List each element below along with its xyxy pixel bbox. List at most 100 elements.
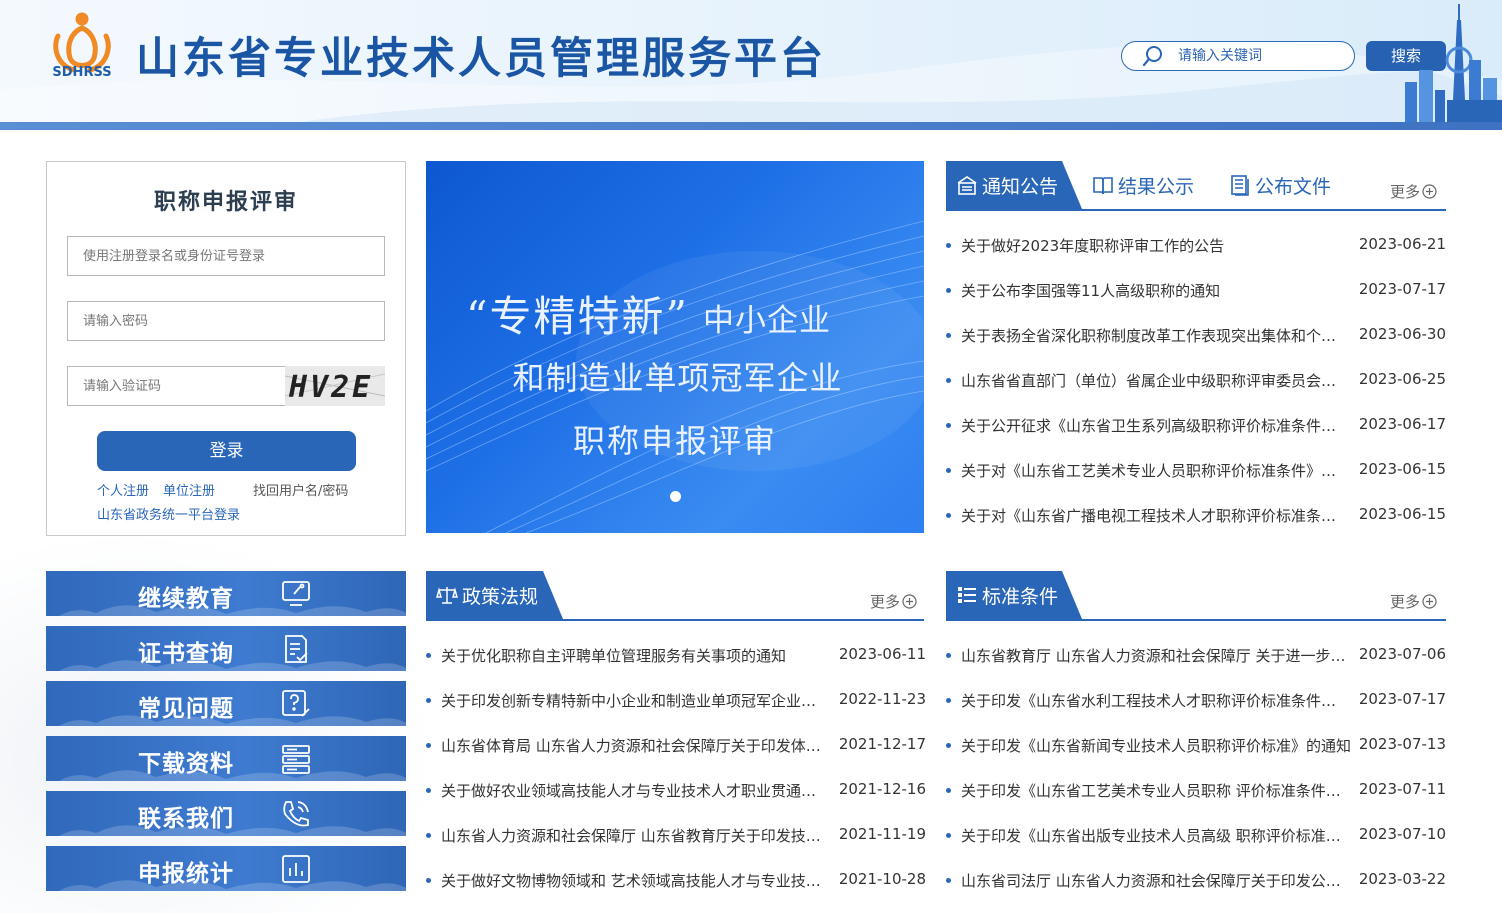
recover-account-link[interactable]: 找回用户名/密码 <box>253 480 348 499</box>
news-title[interactable]: 关于优化职称自主评聘单位管理服务有关事项的通知 <box>441 645 827 666</box>
news-date: 2023-06-25 <box>1358 370 1446 388</box>
bullet-dot <box>946 652 951 658</box>
password-input[interactable] <box>67 301 385 341</box>
news-item[interactable]: 关于公开征求《山东省卫生系列高级职称评价标准条件》意见的通知 2023-06-17 <box>946 413 1446 437</box>
side-nav-downloads[interactable]: 下载资料 <box>46 736 406 781</box>
news-item[interactable]: 山东省体育局 山东省人力资源和社会保障厅关于印发体育专业人员职称评价 2021-1… <box>426 733 926 757</box>
personal-register-link[interactable]: 个人注册 <box>97 480 149 499</box>
news-title[interactable]: 关于对《山东省工艺美术专业人员职称评价标准条件》征求意见的通知 <box>961 460 1345 481</box>
news-item[interactable]: 关于做好农业领域高技能人才与专业技术人才职业贯通工作的通知 2021-12-16 <box>426 778 926 802</box>
news-title[interactable]: 山东省体育局 山东省人力资源和社会保障厅关于印发体育专业人员职称评价 <box>441 735 827 756</box>
login-button[interactable]: 登录 <box>97 431 356 471</box>
tab-results[interactable]: 结果公示 <box>1092 161 1194 209</box>
search-box[interactable] <box>1121 41 1355 71</box>
news-item[interactable]: 山东省司法厅 山东省人力资源和社会保障厅关于印发公证员职称评价标准 2023-03… <box>946 868 1446 892</box>
news-item[interactable]: 关于印发《山东省新闻专业技术人员职称评价标准》的通知 2023-07-13 <box>946 733 1446 757</box>
news-title[interactable]: 关于做好农业领域高技能人才与专业技术人才职业贯通工作的通知 <box>441 780 827 801</box>
tab-published-files[interactable]: 公布文件 <box>1229 161 1331 209</box>
news-title[interactable]: 关于印发《山东省新闻专业技术人员职称评价标准》的通知 <box>961 735 1351 756</box>
search-input[interactable] <box>1178 48 1348 64</box>
policy-title: 政策法规 <box>462 585 539 608</box>
plus-circle-icon <box>902 594 917 609</box>
news-date: 2023-06-17 <box>1358 415 1446 433</box>
document-list-icon <box>1231 175 1249 196</box>
news-title[interactable]: 关于做好2023年度职称评审工作的公告 <box>961 235 1345 256</box>
more-label: 更多 <box>1390 183 1421 201</box>
site-header: SDHRSS 山东省专业技术人员管理服务平台 搜索 <box>0 0 1502 122</box>
news-item[interactable]: 关于公布李国强等11人高级职称的通知 2023-07-17 <box>946 278 1446 302</box>
bullet-dot <box>946 512 951 518</box>
news-item[interactable]: 关于做好文物博物领域和 艺术领域高技能人才与专业技术人才职业贯通 2021-10-… <box>426 868 926 892</box>
news-title[interactable]: 关于公开征求《山东省卫生系列高级职称评价标准条件》意见的通知 <box>961 415 1345 436</box>
news-date: 2023-03-22 <box>1358 870 1446 888</box>
carousel-indicator-dot[interactable] <box>670 491 681 502</box>
captcha-image[interactable]: HV2E <box>285 366 385 406</box>
notices-more-link[interactable]: 更多 <box>1390 181 1437 202</box>
question-edit-icon <box>282 690 310 717</box>
news-item[interactable]: 山东省省直部门（单位）省属企业中级职称评审委员会名单 2023-06-25 <box>946 368 1446 392</box>
news-title[interactable]: 关于做好文物博物领域和 艺术领域高技能人才与专业技术人才职业贯通 <box>441 870 827 891</box>
news-title[interactable]: 山东省司法厅 山东省人力资源和社会保障厅关于印发公证员职称评价标准 <box>961 870 1351 891</box>
side-nav-label: 下载资料 <box>138 751 234 777</box>
login-title: 职称申报评审 <box>153 190 298 215</box>
side-nav-label: 联系我们 <box>138 806 234 832</box>
side-nav-continuing-education[interactable]: 继续教育 <box>46 571 406 616</box>
news-item[interactable]: 关于表扬全省深化职称制度改革工作表现突出集体和个人的通报 2023-06-30 <box>946 323 1446 347</box>
news-title[interactable]: 山东省人力资源和社会保障厅 山东省教育厅关于印发技工院校教师职称评价 <box>441 825 827 846</box>
news-item[interactable]: 关于印发《山东省出版专业技术人员高级 职称评价标准条件》的通知 2023-07-1… <box>946 823 1446 847</box>
news-date: 2023-06-21 <box>1358 235 1446 253</box>
bullet-dot <box>946 377 951 383</box>
unit-register-link[interactable]: 单位注册 <box>163 480 215 499</box>
banner-carousel[interactable]: “专精特新” 中小企业 和制造业单项冠军企业 职称申报评审 <box>426 161 924 533</box>
phone-icon <box>283 801 309 827</box>
standards-title: 标准条件 <box>982 585 1059 608</box>
bullet-dot <box>946 422 951 428</box>
news-item[interactable]: 关于印发创新专精特新中小企业和制造业单项冠军企业职称评审的通知 2022-11-2… <box>426 688 926 712</box>
news-title[interactable]: 山东省教育厅 山东省人力资源和社会保障厅 关于进一步深化中小学教师职称 <box>961 645 1351 666</box>
standards-title-tab[interactable]: 标准条件 <box>946 571 1082 619</box>
news-item[interactable]: 山东省人力资源和社会保障厅 山东省教育厅关于印发技工院校教师职称评价 2021-1… <box>426 823 926 847</box>
open-book-icon <box>1093 177 1113 195</box>
news-title[interactable]: 关于对《山东省广播电视工程技术人才职称评价标准条件》征求意见 <box>961 505 1345 526</box>
news-item[interactable]: 关于对《山东省工艺美术专业人员职称评价标准条件》征求意见的通知 2023-06-1… <box>946 458 1446 482</box>
bullet-dot <box>426 787 431 793</box>
news-title[interactable]: 关于表扬全省深化职称制度改革工作表现突出集体和个人的通报 <box>961 325 1345 346</box>
side-nav-certificate-query[interactable]: 证书查询 <box>46 626 406 671</box>
banner-wave-decoration <box>426 220 924 533</box>
gov-unified-login-link[interactable]: 山东省政务统一平台登录 <box>97 504 240 523</box>
news-item[interactable]: 关于做好2023年度职称评审工作的公告 2023-06-21 <box>946 233 1446 257</box>
certificate-check-icon <box>285 635 308 663</box>
bullet-dot <box>426 652 431 658</box>
banner-line-3: 职称申报评审 <box>572 422 777 460</box>
banner-headline-quote: “专精特新” <box>466 292 689 341</box>
username-input[interactable] <box>67 236 385 276</box>
news-title[interactable]: 关于印发创新专精特新中小企业和制造业单项冠军企业职称评审的通知 <box>441 690 827 711</box>
online-learning-icon <box>282 581 310 606</box>
policy-title-tab[interactable]: 政策法规 <box>426 571 563 619</box>
side-nav-faq[interactable]: 常见问题 <box>46 681 406 726</box>
news-date: 2023-07-17 <box>1358 690 1446 708</box>
side-nav-statistics[interactable]: 申报统计 <box>46 846 406 891</box>
standards-more-link[interactable]: 更多 <box>1390 591 1437 612</box>
captcha-text: HV2E <box>288 370 373 405</box>
more-label: 更多 <box>1390 593 1421 611</box>
news-date: 2021-10-28 <box>838 870 926 888</box>
news-title[interactable]: 关于印发《山东省水利工程技术人才职称评价标准条件》的通知 <box>961 690 1351 711</box>
side-nav-contact[interactable]: 联系我们 <box>46 791 406 836</box>
policy-more-link[interactable]: 更多 <box>870 591 917 612</box>
news-date: 2021-11-19 <box>838 825 926 843</box>
news-title[interactable]: 关于公布李国强等11人高级职称的通知 <box>961 280 1345 301</box>
news-item[interactable]: 关于印发《山东省工艺美术专业人员职称 评价标准条件》的通知 2023-07-11 <box>946 778 1446 802</box>
news-title[interactable]: 关于印发《山东省出版专业技术人员高级 职称评价标准条件》的通知 <box>961 825 1351 846</box>
news-date: 2021-12-17 <box>838 735 926 753</box>
news-item[interactable]: 关于印发《山东省水利工程技术人才职称评价标准条件》的通知 2023-07-17 <box>946 688 1446 712</box>
news-title[interactable]: 山东省省直部门（单位）省属企业中级职称评审委员会名单 <box>961 370 1345 391</box>
list-icon <box>956 584 978 606</box>
news-item[interactable]: 山东省教育厅 山东省人力资源和社会保障厅 关于进一步深化中小学教师职称 2023-… <box>946 643 1446 667</box>
news-item[interactable]: 关于对《山东省广播电视工程技术人才职称评价标准条件》征求意见 2023-06-15 <box>946 503 1446 527</box>
news-title[interactable]: 关于印发《山东省工艺美术专业人员职称 评价标准条件》的通知 <box>961 780 1351 801</box>
news-date: 2023-07-13 <box>1358 735 1446 753</box>
tab-notices[interactable]: 通知公告 <box>946 161 1082 209</box>
news-item[interactable]: 关于优化职称自主评聘单位管理服务有关事项的通知 2023-06-11 <box>426 643 926 667</box>
bullet-dot <box>426 877 431 883</box>
